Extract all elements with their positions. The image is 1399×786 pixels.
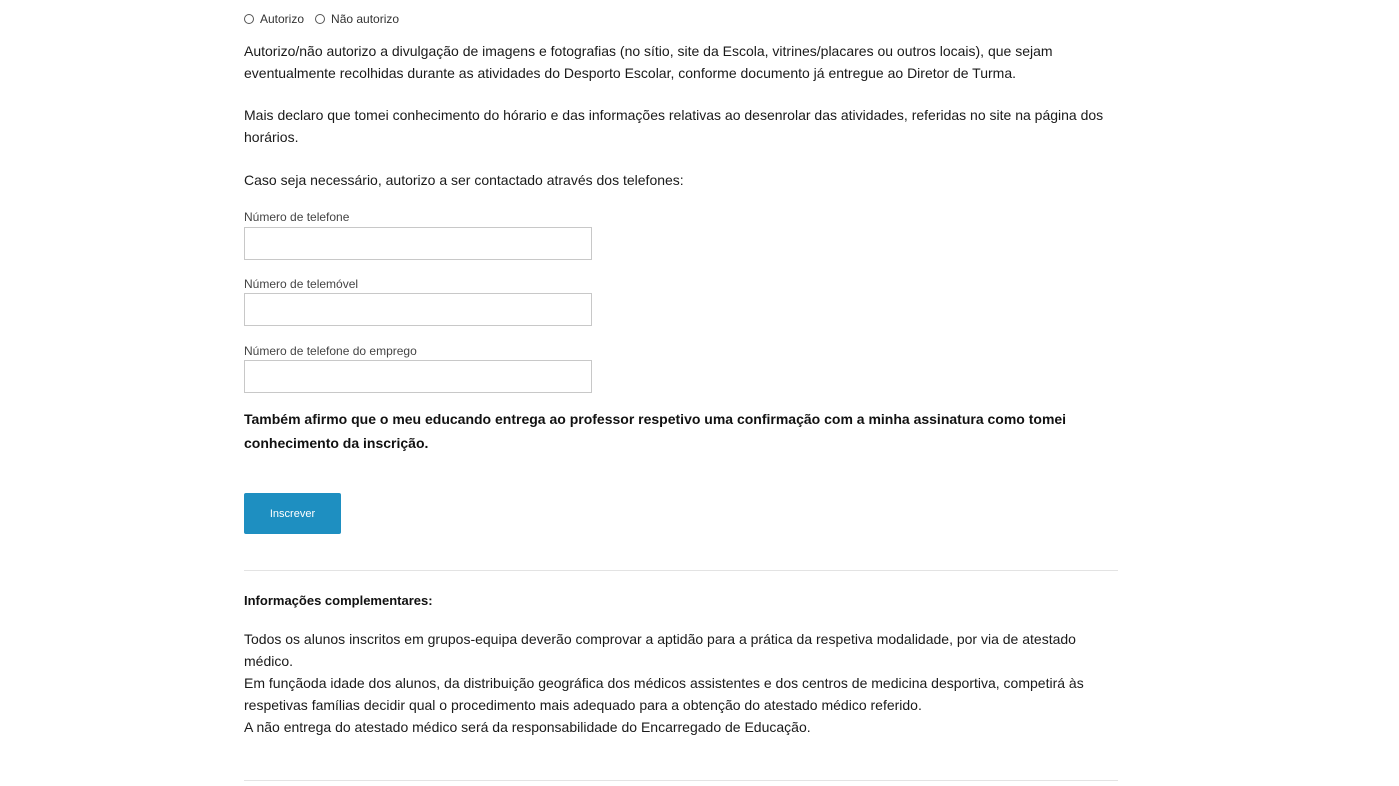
radio-circle-icon[interactable] <box>315 14 326 24</box>
image-consent-text: Autorizo/não autorizo a divulgação de im… <box>244 43 1053 81</box>
mobile-label: Número de telemóvel <box>244 277 359 291</box>
radio-circle-icon[interactable] <box>244 14 254 24</box>
radio-autorizo[interactable]: Autorizo <box>244 12 304 26</box>
radio-nao-autorizo-label: Não autorizo <box>331 12 400 26</box>
divider <box>244 570 1118 571</box>
image-consent-radio-group: Autorizo Não autorizo <box>244 12 410 26</box>
work-phone-label: Número de telefone do emprego <box>244 344 417 358</box>
divider <box>244 780 1118 781</box>
page: Autorizo Não autorizo Autorizo/não autor… <box>0 0 1399 786</box>
info-body: Todos os alunos inscritos em grupos-equi… <box>244 628 1118 738</box>
info-paragraph: A não entrega do atestado médico será da… <box>244 719 811 735</box>
declaration-text: Mais declaro que tomei conhecimento do h… <box>244 107 1104 145</box>
phone-input[interactable] <box>244 227 592 260</box>
confirmation-text: Também afirmo que o meu educando entrega… <box>244 411 1067 451</box>
phone-label: Número de telefone <box>244 210 350 224</box>
inscrever-button[interactable]: Inscrever <box>244 493 341 534</box>
info-paragraph: Todos os alunos inscritos em grupos-equi… <box>244 631 1076 669</box>
info-title: Informações complementares: <box>244 593 433 608</box>
mobile-input[interactable] <box>244 293 592 326</box>
radio-autorizo-label: Autorizo <box>260 12 305 26</box>
info-paragraph: Em funçãoda idade dos alunos, da distrib… <box>244 675 1084 713</box>
contact-intro-text: Caso seja necessário, autorizo a ser con… <box>244 172 684 188</box>
radio-nao-autorizo[interactable]: Não autorizo <box>315 12 399 26</box>
work-phone-input[interactable] <box>244 360 592 393</box>
